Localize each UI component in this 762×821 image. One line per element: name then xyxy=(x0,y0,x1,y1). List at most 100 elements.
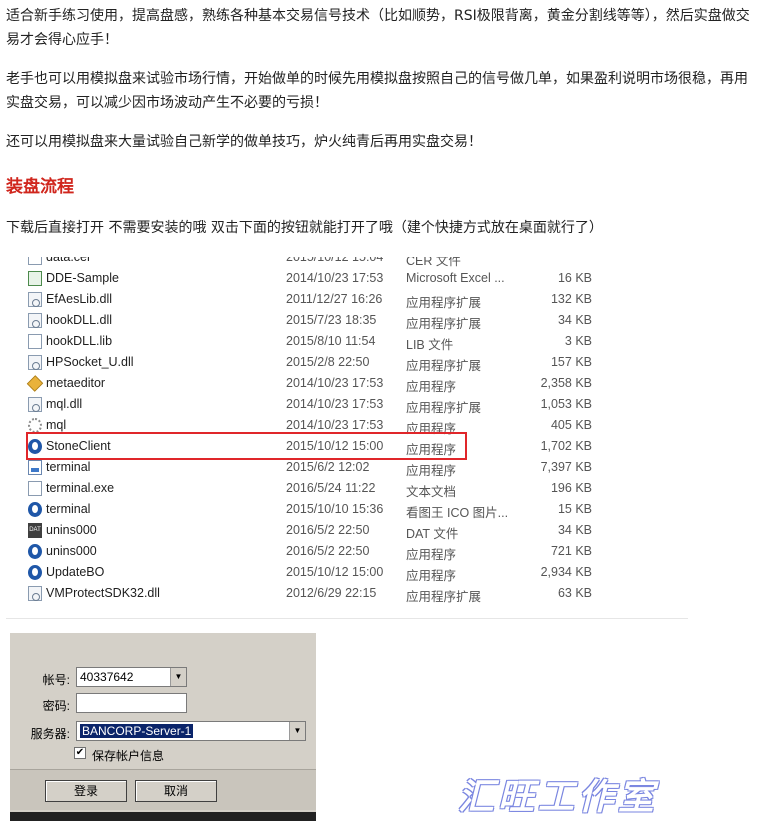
file-row[interactable]: VMProtectSDK32.dll 2012/6/29 22:15 应用程序扩展 6… xyxy=(6,583,688,604)
server-label: 服务器: xyxy=(30,727,70,741)
dll-icon xyxy=(28,397,42,412)
dll-icon xyxy=(28,292,42,307)
file-size: 7,397 KB xyxy=(540,460,592,474)
file-name: metaeditor xyxy=(46,376,106,390)
gear-icon xyxy=(28,418,42,433)
file-row[interactable]: HPSocket_U.dll 2015/2/8 22:50 应用程序扩展 157 KB xyxy=(6,352,688,373)
file-size: 2,358 KB xyxy=(540,376,592,390)
app-icon xyxy=(28,565,42,580)
file-type: 应用程序 xyxy=(406,569,457,583)
file-row[interactable]: UpdateBO 2015/10/12 15:00 应用程序 2,934 KB xyxy=(6,562,688,583)
password-field[interactable] xyxy=(76,693,187,713)
file-row[interactable]: unins000 2016/5/2 22:50 应用程序 721 KB xyxy=(6,541,688,562)
file-date: 2014/10/23 17:53 xyxy=(286,376,384,390)
file-type: LIB 文件 xyxy=(406,338,454,352)
dll-icon xyxy=(28,355,42,370)
save-account-checkbox[interactable]: ✔ xyxy=(74,747,86,759)
file-date: 2015/10/12 15:00 xyxy=(286,565,384,579)
file-size: 2,934 KB xyxy=(540,565,592,579)
file-size: 721 KB xyxy=(550,544,592,558)
app-icon xyxy=(28,544,42,559)
server-dropdown-arrow-icon[interactable]: ▼ xyxy=(289,722,305,740)
file-type: 应用程序扩展 xyxy=(406,317,482,331)
file-date: 2015/2/8 22:50 xyxy=(286,355,370,369)
studio-watermark: 汇旺工作室 xyxy=(458,777,659,818)
section-heading: 装盘流程 xyxy=(6,177,74,197)
file-name: terminal xyxy=(46,502,91,516)
dialog-bottom-strip xyxy=(10,812,316,821)
file-date: 2014/10/23 17:53 xyxy=(286,418,384,432)
excel-icon xyxy=(28,271,42,286)
file-date: 2012/6/29 22:15 xyxy=(286,586,377,600)
file-name: HPSocket_U.dll xyxy=(46,355,134,369)
doc-icon xyxy=(28,334,42,349)
file-date: 2015/7/23 18:35 xyxy=(286,313,377,327)
file-name: hookDLL.lib xyxy=(46,334,113,348)
stoneclient-highlight-box xyxy=(26,432,467,460)
file-size: 157 KB xyxy=(550,355,592,369)
file-row[interactable]: DAT unins000 2016/5/2 22:50 DAT 文件 34 KB xyxy=(6,520,688,541)
file-name: DDE-Sample xyxy=(46,271,119,285)
install-instructions: 下载后直接打开 不需要安装的哦 双击下面的按钮就能打开了哦（建个快捷方式放在桌面… xyxy=(6,220,603,236)
login-dialog: 帐号: 40337642 ▼ 密码: 服务器: BANCORP-Server-1… xyxy=(10,633,316,821)
server-combobox[interactable]: BANCORP-Server-1 ▼ xyxy=(76,721,306,741)
save-account-label: 保存帐户信息 xyxy=(92,749,165,763)
file-date: 2011/12/27 16:26 xyxy=(286,292,383,306)
file-size: 34 KB xyxy=(557,313,592,327)
file-size: 132 KB xyxy=(550,292,592,306)
intro-paragraph-2: 老手也可以用模拟盘来试验市场行情，开始做单的时候先用模拟盘按照自己的信号做几单，… xyxy=(6,71,748,111)
file-size: 15 KB xyxy=(557,502,592,516)
file-type: 应用程序 xyxy=(406,464,457,478)
login-button[interactable]: 登录 xyxy=(45,780,127,802)
file-name: VMProtectSDK32.dll xyxy=(46,586,160,600)
file-row[interactable]: mql.dll 2014/10/23 17:53 应用程序扩展 1,053 KB xyxy=(6,394,688,415)
file-name: data.cer xyxy=(46,257,92,264)
file-type: 应用程序扩展 xyxy=(406,401,482,415)
file-row[interactable]: hookDLL.lib 2015/8/10 11:54 LIB 文件 3 KB xyxy=(6,331,688,352)
file-type: 应用程序扩展 xyxy=(406,359,482,373)
doc-icon xyxy=(28,257,42,265)
file-row[interactable]: metaeditor 2014/10/23 17:53 应用程序 2,358 KB xyxy=(6,373,688,394)
account-dropdown-arrow-icon[interactable]: ▼ xyxy=(170,668,186,686)
file-row[interactable]: terminal 2015/6/2 12:02 应用程序 7,397 KB xyxy=(6,457,688,478)
file-row[interactable]: hookDLL.dll 2015/7/23 18:35 应用程序扩展 34 KB xyxy=(6,310,688,331)
account-value: 40337642 xyxy=(80,670,134,684)
file-date: 2014/10/23 17:53 xyxy=(286,397,384,411)
file-date: 2015/8/10 11:54 xyxy=(286,334,376,348)
file-date: 2015/6/2 12:02 xyxy=(286,460,370,474)
file-date: 2014/10/23 17:53 xyxy=(286,271,384,285)
file-type: Microsoft Excel ... xyxy=(406,271,505,285)
file-row[interactable]: EfAesLib.dll 2011/12/27 16:26 应用程序扩展 132 KB xyxy=(6,289,688,310)
file-date: 2016/5/2 22:50 xyxy=(286,523,370,537)
dat-icon: DAT xyxy=(28,523,42,538)
file-type: 文本文档 xyxy=(406,485,457,499)
file-name: EfAesLib.dll xyxy=(46,292,113,306)
file-row[interactable]: DDE-Sample 2014/10/23 17:53 Microsoft Exce… xyxy=(6,268,688,289)
file-name: mql.dll xyxy=(46,397,83,411)
file-type: 看图王 ICO 图片... xyxy=(406,506,509,520)
file-type: DAT 文件 xyxy=(406,527,459,541)
password-label: 密码: xyxy=(42,699,70,713)
account-combobox[interactable]: 40337642 ▼ xyxy=(76,667,187,687)
terminal-icon xyxy=(28,460,42,475)
file-size: 196 KB xyxy=(550,481,592,495)
intro-paragraph-3: 还可以用模拟盘来大量试验自己新学的做单技巧，炉火纯青后再用实盘交易！ xyxy=(6,134,482,150)
file-type: CER 文件 xyxy=(406,257,461,268)
file-name: hookDLL.dll xyxy=(46,313,113,327)
file-row[interactable]: data.cer 2015/10/12 15:04 CER 文件 xyxy=(6,257,688,268)
dll-icon xyxy=(28,313,42,328)
metaeditor-icon xyxy=(26,375,44,392)
file-size: 63 KB xyxy=(557,586,592,600)
file-row[interactable]: terminal.exe 2016/5/24 11:22 文本文档 196 KB xyxy=(6,478,688,499)
file-name: terminal.exe xyxy=(46,481,115,495)
file-date: 2015/10/10 15:36 xyxy=(286,502,384,516)
file-date: 2015/10/12 15:04 xyxy=(286,257,384,264)
file-size: 1,053 KB xyxy=(540,397,592,411)
file-name: unins000 xyxy=(46,523,97,537)
cancel-button[interactable]: 取消 xyxy=(135,780,217,802)
app-icon xyxy=(28,502,42,517)
file-size: 1,702 KB xyxy=(540,439,592,453)
file-row[interactable]: terminal 2015/10/10 15:36 看图王 ICO 图片... 15 … xyxy=(6,499,688,520)
file-size: 405 KB xyxy=(550,418,592,432)
file-type: 应用程序扩展 xyxy=(406,590,482,604)
